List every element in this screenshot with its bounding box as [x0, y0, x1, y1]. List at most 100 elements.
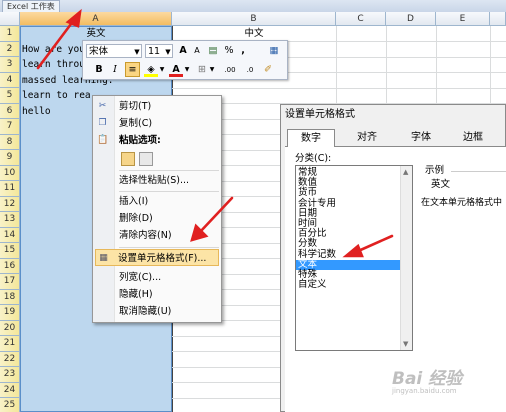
column-header-c[interactable]: C	[336, 12, 386, 26]
chevron-down-icon[interactable]: ▼	[164, 45, 172, 59]
chevron-down-icon[interactable]: ▼	[159, 63, 165, 77]
row-header[interactable]: 2	[0, 41, 20, 57]
menu-item-delete[interactable]: 删除(D)	[93, 210, 221, 227]
category-item[interactable]: 自定义	[296, 279, 400, 290]
tab-number[interactable]: 数字	[287, 129, 335, 148]
row-header[interactable]: 17	[0, 274, 20, 290]
row-header[interactable]: 24	[0, 382, 20, 398]
clipboard-icon: 📋	[97, 135, 109, 145]
comma-button[interactable]: ,	[237, 44, 249, 58]
menu-separator	[119, 247, 219, 248]
row-header[interactable]: 25	[0, 398, 20, 412]
row-header[interactable]: 22	[0, 351, 20, 367]
row-header[interactable]: 14	[0, 227, 20, 243]
accounting-format-icon[interactable]: ▤	[205, 44, 221, 58]
row-header[interactable]: 6	[0, 103, 20, 119]
row-header[interactable]: 11	[0, 181, 20, 197]
bold-button[interactable]: B	[93, 63, 105, 77]
baidu-watermark: Bai 经验 jingyan.baidu.com	[392, 369, 463, 395]
menu-item-paste-special[interactable]: 选择性粘贴(S)...	[93, 172, 221, 189]
tab-font[interactable]: 字体	[399, 129, 443, 147]
cell-a1[interactable]: 英文	[22, 26, 170, 41]
row-header[interactable]: 10	[0, 165, 20, 181]
grid-line	[436, 26, 437, 106]
sample-group-line	[451, 171, 506, 172]
grid-line	[172, 335, 280, 337]
column-header-a[interactable]: A	[20, 12, 172, 26]
row-header[interactable]: 16	[0, 258, 20, 274]
chevron-down-icon[interactable]: ▼	[209, 63, 215, 77]
tab-alignment[interactable]: 对齐	[345, 129, 389, 147]
scissors-icon: ✂	[98, 101, 107, 111]
format-painter-icon[interactable]: ✐	[261, 63, 275, 77]
center-align-button[interactable]: ≡	[125, 62, 140, 77]
list-scrollbar[interactable]: ▲ ▼	[400, 166, 412, 350]
row-header[interactable]: 20	[0, 320, 20, 336]
select-all-corner[interactable]	[0, 12, 20, 26]
grow-font-button[interactable]: A	[177, 44, 189, 58]
row-header[interactable]: 19	[0, 305, 20, 321]
paste-option-icon[interactable]	[121, 152, 135, 166]
menu-item-insert[interactable]: 插入(I)	[93, 193, 221, 210]
chevron-down-icon[interactable]: ▼	[133, 45, 141, 59]
row-header[interactable]: 7	[0, 119, 20, 135]
percent-button[interactable]: %	[223, 44, 235, 58]
column-header-f[interactable]	[490, 12, 506, 26]
cell-a2[interactable]: How are you	[22, 42, 82, 57]
row-header[interactable]: 1	[0, 26, 20, 42]
row-header[interactable]: 15	[0, 243, 20, 259]
row-header[interactable]: 5	[0, 88, 20, 104]
column-header-d[interactable]: D	[386, 12, 436, 26]
row-header[interactable]: 4	[0, 72, 20, 88]
menu-item-paste-options: 📋 粘贴选项:	[97, 135, 161, 146]
cell-a3[interactable]: learn throug	[22, 57, 90, 72]
cell-b1[interactable]: 中文	[174, 26, 334, 41]
increase-decimal-button[interactable]: .00	[221, 63, 239, 77]
menu-item-cut[interactable]: ✂ 剪切(T)	[93, 98, 221, 115]
menu-item-unhide[interactable]: 取消隐藏(U)	[93, 303, 221, 320]
menu-item-copy[interactable]: ❐ 复制(C)	[93, 115, 221, 132]
column-header-b[interactable]: B	[172, 12, 336, 26]
cell-a5[interactable]: learn to rea	[22, 88, 90, 103]
row-header[interactable]: 12	[0, 196, 20, 212]
fill-color-icon[interactable]: ◈	[144, 63, 158, 77]
font-size-box[interactable]: 11 ▼	[145, 44, 173, 58]
row-header[interactable]: 13	[0, 212, 20, 228]
sample-value: 英文	[431, 179, 451, 190]
column-header-e[interactable]: E	[436, 12, 490, 26]
tab-border[interactable]: 边框	[451, 129, 495, 147]
grid-line	[172, 366, 280, 368]
menu-item-clear-contents[interactable]: 清除内容(N)	[93, 227, 221, 244]
context-menu: ✂ 剪切(T) ❐ 复制(C) 📋 粘贴选项: 选择性粘贴(S)... 插入(I…	[92, 95, 222, 323]
scroll-down-icon[interactable]: ▼	[403, 340, 408, 348]
paste-values-icon[interactable]	[139, 152, 153, 166]
chevron-down-icon[interactable]: ▼	[184, 63, 190, 77]
category-list[interactable]: 常规 数值 货币 会计专用 日期 时间 百分比 分数 科学记数 文本 特殊 自定义 ▲ ▼	[295, 165, 413, 351]
grid-line	[490, 26, 491, 106]
font-name-box[interactable]: 宋体 ▼	[86, 44, 142, 58]
cell-a6[interactable]: hello	[22, 104, 82, 119]
excel-window: Excel 工作表 A B C D E 1 2 3 4 5 6 7 8 9 10 11 12 13 14 1…	[0, 0, 506, 412]
menu-item-format-cells[interactable]: ▦ 设置单元格格式(F)...	[95, 249, 219, 266]
title-bar: Excel 工作表	[0, 0, 506, 14]
menu-item-column-width[interactable]: 列宽(C)...	[93, 269, 221, 286]
decrease-decimal-button[interactable]: .0	[241, 63, 259, 77]
grid-line	[336, 26, 337, 106]
row-header[interactable]: 9	[0, 150, 20, 166]
mini-toolbar: 宋体 ▼ 11 ▼ A A ▤ % , ▦ B I ≡ ◈ ▼ A ▼ ⊞ ▼ …	[82, 40, 288, 80]
grid-line	[386, 26, 387, 106]
dialog-title: 设置单元格格式	[285, 109, 355, 120]
menu-item-hide[interactable]: 隐藏(H)	[93, 286, 221, 303]
row-header[interactable]: 8	[0, 134, 20, 150]
merge-cells-icon[interactable]: ▦	[267, 44, 281, 58]
row-header[interactable]: 21	[0, 336, 20, 352]
format-description: 在文本单元格格式中	[421, 198, 503, 208]
scroll-up-icon[interactable]: ▲	[403, 168, 408, 176]
font-color-icon[interactable]: A	[169, 63, 183, 77]
borders-icon[interactable]: ⊞	[195, 63, 209, 77]
italic-button[interactable]: I	[109, 63, 121, 77]
row-header[interactable]: 18	[0, 289, 20, 305]
row-header[interactable]: 23	[0, 367, 20, 383]
row-header[interactable]: 3	[0, 57, 20, 73]
shrink-font-button[interactable]: A	[191, 44, 203, 58]
